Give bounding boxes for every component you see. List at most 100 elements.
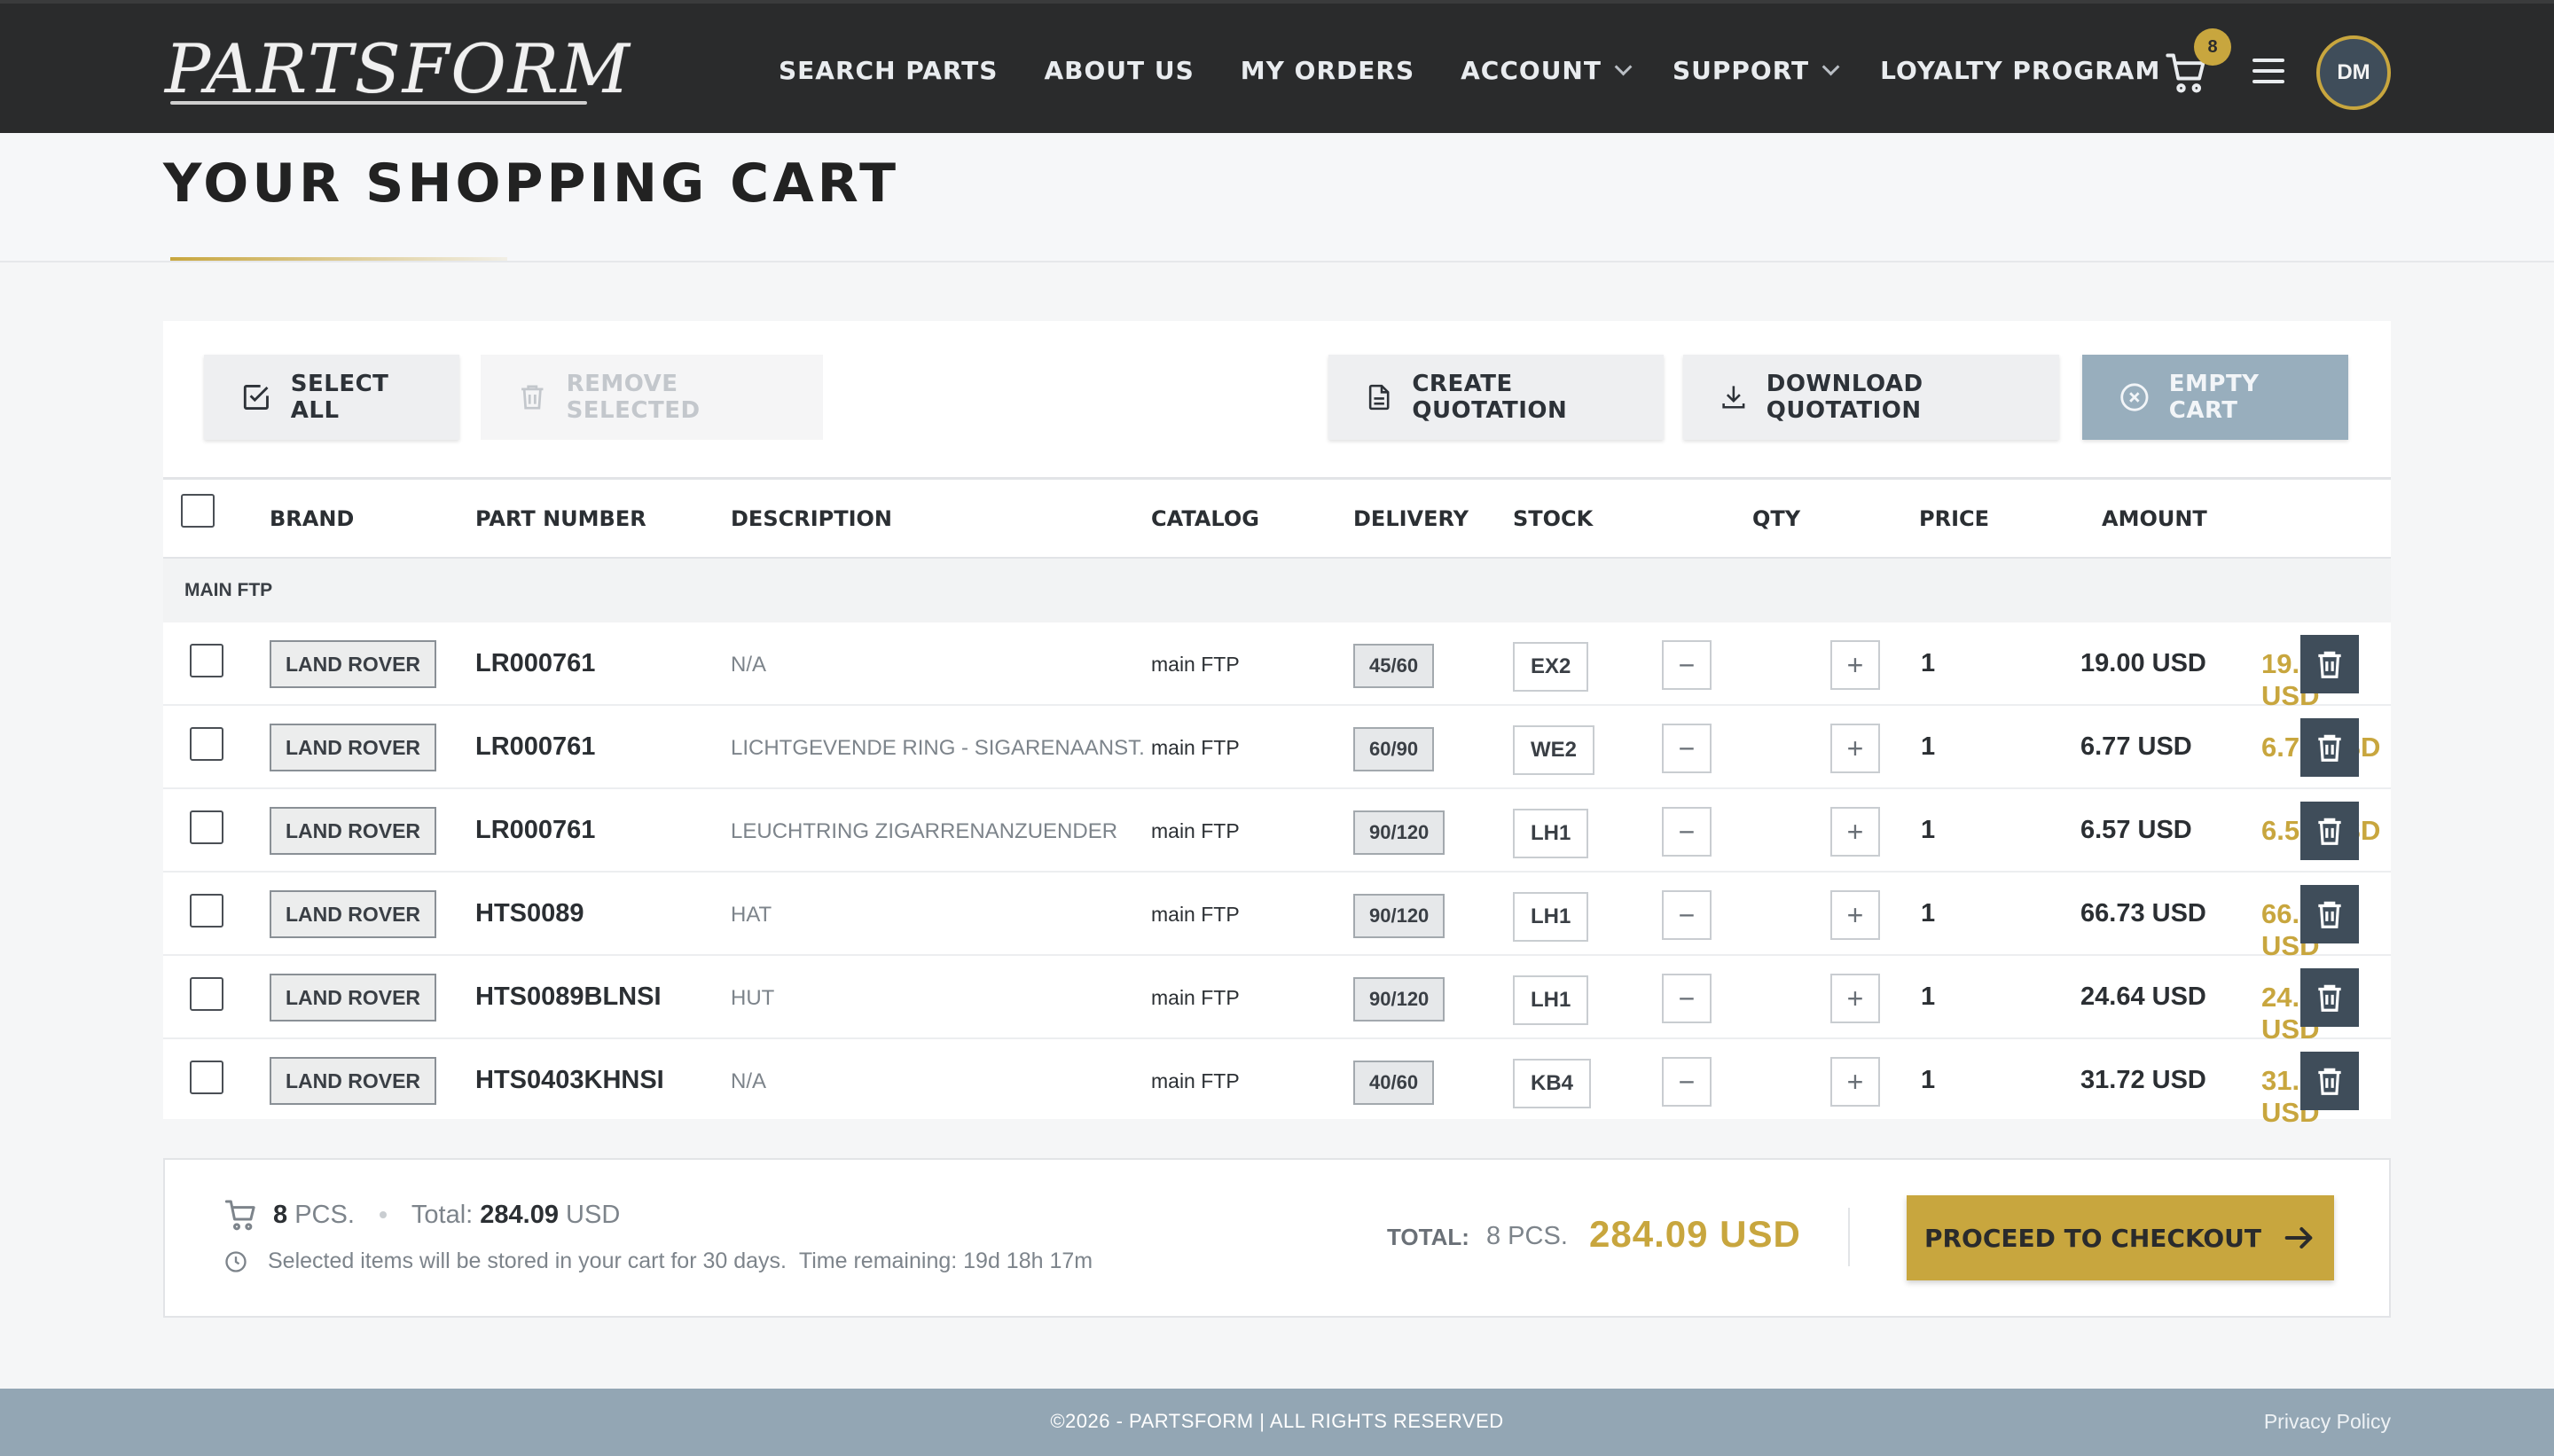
cart-card: SELECT ALL REMOVE SELECTED CREATE QUOTAT… [163, 321, 2391, 1128]
part-number[interactable]: HTS0403KHNSI [475, 1066, 664, 1095]
qty-decrease-button[interactable]: − [1662, 724, 1712, 773]
catalog-name: main FTP [1151, 736, 1240, 759]
qty-increase-button[interactable]: + [1830, 724, 1880, 773]
trash-icon [521, 385, 544, 410]
empty-cart-button[interactable]: EMPTY CART [2082, 355, 2348, 440]
catalog-name: main FTP [1151, 653, 1240, 676]
row-checkbox[interactable] [190, 1061, 223, 1094]
delete-row-button[interactable] [2300, 802, 2359, 860]
delivery-badge: 90/120 [1353, 894, 1445, 938]
unit-price: 6.77 USD [2080, 732, 2192, 761]
part-description: N/A [731, 1069, 767, 1093]
col-catalog: CATALOG [1151, 506, 1259, 531]
brand-badge: LAND ROVER [270, 640, 436, 688]
qty-value: 1 [1921, 982, 1936, 1011]
row-checkbox[interactable] [190, 727, 223, 761]
nav-search-parts[interactable]: SEARCH PARTS [779, 56, 998, 85]
qty-increase-button[interactable]: + [1830, 640, 1880, 690]
delete-row-button[interactable] [2300, 635, 2359, 693]
qty-increase-button[interactable]: + [1830, 974, 1880, 1023]
page-title-band: YOUR SHOPPING CART [0, 133, 2554, 262]
top-navigation-bar: PARTSFORM SEARCH PARTS ABOUT US MY ORDER… [0, 0, 2554, 133]
logo-text: PARTSFORM [165, 29, 631, 108]
catalog-group-header: MAIN FTP [163, 559, 2391, 622]
select-all-checkbox[interactable] [181, 494, 215, 528]
qty-decrease-button[interactable]: − [1662, 974, 1712, 1023]
nav-support-dropdown[interactable]: SUPPORT [1672, 55, 1840, 85]
delete-row-button[interactable] [2300, 718, 2359, 777]
delete-row-button[interactable] [2300, 968, 2359, 1027]
qty-decrease-button[interactable]: − [1662, 1057, 1712, 1107]
qty-increase-button[interactable]: + [1830, 890, 1880, 940]
separator-dot [379, 1211, 387, 1218]
qty-increase-button[interactable]: + [1830, 807, 1880, 857]
nav-loyalty-program[interactable]: LOYALTY PROGRAM [1880, 56, 2160, 85]
chevron-down-icon [1821, 58, 1840, 76]
qty-value: 1 [1921, 899, 1936, 928]
qty-decrease-button[interactable]: − [1662, 807, 1712, 857]
user-avatar[interactable]: DM [2316, 35, 2391, 110]
create-quotation-button[interactable]: CREATE QUOTATION [1328, 355, 1664, 440]
storage-notice: Selected items will be stored in your ca… [223, 1249, 1093, 1274]
stock-badge: EX2 [1513, 642, 1589, 692]
table-header: BRAND PART NUMBER DESCRIPTION CATALOG DE… [163, 477, 2391, 559]
row-checkbox[interactable] [190, 810, 223, 844]
download-icon [1722, 386, 1745, 409]
copyright-text: ©2026 - PARTSFORM | ALL RIGHTS RESERVED [1050, 1410, 1504, 1432]
nav-my-orders[interactable]: MY ORDERS [1241, 56, 1414, 85]
brand-badge: LAND ROVER [270, 890, 436, 938]
part-number[interactable]: HTS0089BLNSI [475, 982, 662, 1012]
nav-about-us[interactable]: ABOUT US [1044, 56, 1194, 85]
col-brand: BRAND [270, 506, 355, 531]
remove-selected-label: REMOVE SELECTED [566, 371, 701, 424]
part-description: HAT [731, 903, 772, 927]
qty-increase-button[interactable]: + [1830, 1057, 1880, 1107]
part-number[interactable]: HTS0089 [475, 899, 584, 928]
nav-support-label: SUPPORT [1672, 55, 1810, 85]
page-title: YOUR SHOPPING CART [163, 153, 900, 215]
row-checkbox[interactable] [190, 977, 223, 1011]
row-checkbox[interactable] [190, 644, 223, 677]
brand-badge: LAND ROVER [270, 807, 436, 855]
proceed-to-checkout-button[interactable]: PROCEED TO CHECKOUT [1907, 1195, 2334, 1280]
nav-my-orders-label: MY ORDERS [1240, 55, 1415, 85]
stock-badge: LH1 [1513, 975, 1589, 1025]
download-quotation-button[interactable]: DOWNLOAD QUOTATION [1683, 355, 2059, 440]
table-row: LAND ROVER HTS0403KHNSI N/A main FTP 40/… [163, 1039, 2391, 1128]
part-number[interactable]: LR000761 [475, 732, 595, 762]
stock-badge: KB4 [1513, 1059, 1592, 1108]
hamburger-menu-icon[interactable] [2252, 59, 2284, 85]
partsform-logo[interactable]: PARTSFORM [165, 27, 631, 112]
col-delivery: DELIVERY [1353, 506, 1469, 531]
summary-total-label: Total: [411, 1200, 474, 1229]
select-all-button[interactable]: SELECT ALL [204, 355, 459, 440]
col-description: DESCRIPTION [731, 506, 893, 531]
nav-loyalty-label: LOYALTY PROGRAM [1880, 55, 2161, 85]
privacy-policy-link[interactable]: Privacy Policy [2264, 1410, 2391, 1434]
close-circle-icon [2120, 383, 2149, 411]
part-number[interactable]: LR000761 [475, 649, 595, 678]
part-number[interactable]: LR000761 [475, 816, 595, 845]
nav-account-dropdown[interactable]: ACCOUNT [1461, 56, 1633, 85]
col-amount: AMOUNT [2102, 506, 2207, 531]
col-part-number: PART NUMBER [475, 506, 646, 531]
cart-count-badge: 8 [2194, 28, 2231, 66]
qty-decrease-button[interactable]: − [1662, 640, 1712, 690]
remove-selected-button[interactable]: REMOVE SELECTED [481, 355, 823, 440]
part-description: LEUCHTRING ZIGARRENANZUENDER [731, 819, 1118, 843]
stock-badge: LH1 [1513, 809, 1589, 858]
qty-decrease-button[interactable]: − [1662, 890, 1712, 940]
row-checkbox[interactable] [190, 894, 223, 928]
grand-total-amount: 284.09 USD [1589, 1213, 1801, 1255]
table-row: LAND ROVER HTS0089 HAT main FTP 90/120 L… [163, 873, 2391, 961]
stock-badge: LH1 [1513, 892, 1589, 942]
delete-row-button[interactable] [2300, 1052, 2359, 1110]
title-accent-line [170, 257, 507, 261]
delivery-badge: 40/60 [1353, 1061, 1435, 1105]
grand-total-label: TOTAL: [1387, 1224, 1469, 1250]
part-description: HUT [731, 986, 775, 1010]
delete-row-button[interactable] [2300, 885, 2359, 943]
qty-value: 1 [1921, 816, 1936, 844]
empty-cart-label: EMPTY CART [2168, 371, 2260, 424]
unit-price: 31.72 USD [2080, 1066, 2206, 1094]
